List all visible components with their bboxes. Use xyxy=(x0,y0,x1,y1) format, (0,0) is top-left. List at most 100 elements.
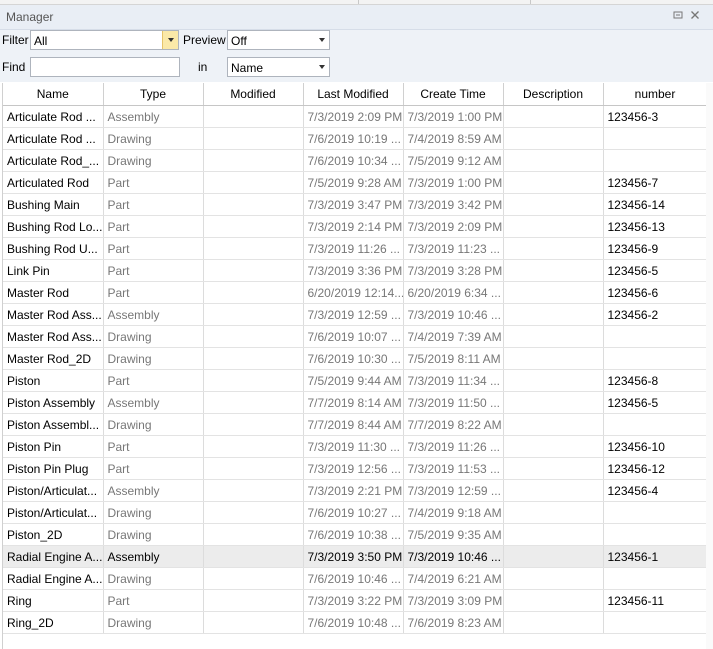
window-title: Manager xyxy=(6,10,54,24)
cell-type: Assembly xyxy=(103,479,204,502)
cell-create-time: 7/3/2019 12:59 ... xyxy=(403,479,504,502)
column-header-modified[interactable]: Modified xyxy=(203,83,304,106)
cell-number: 123456-12 xyxy=(603,457,708,480)
cell-type: Part xyxy=(103,369,204,392)
cell-number xyxy=(603,127,708,150)
chevron-down-icon[interactable] xyxy=(162,31,178,49)
cell-create-time: 7/4/2019 6:21 AM xyxy=(403,567,504,590)
column-header-create-time[interactable]: Create Time xyxy=(403,83,504,106)
cell-modified xyxy=(203,501,304,524)
table-row[interactable]: Master Rod Part 6/20/2019 12:14... 6/20/201… xyxy=(3,281,708,304)
cell-last-modified: 7/6/2019 10:27 ... xyxy=(303,501,404,524)
cell-number: 123456-8 xyxy=(603,369,708,392)
table-row[interactable]: Ring_2D Drawing 7/6/2019 10:48 ... 7/6/2019… xyxy=(3,611,708,634)
filter-dropdown[interactable]: All xyxy=(30,30,179,50)
cell-number xyxy=(603,347,708,370)
chevron-down-icon[interactable] xyxy=(314,31,329,49)
table-row[interactable]: Piston Pin Plug Part 7/3/2019 12:56 ... 7/3… xyxy=(3,457,708,480)
cell-last-modified: 7/3/2019 12:59 ... xyxy=(303,303,404,326)
cell-name: Articulate Rod ... xyxy=(3,105,104,128)
cell-description xyxy=(503,567,604,590)
cell-last-modified: 7/3/2019 11:26 ... xyxy=(303,237,404,260)
table-row[interactable]: Radial Engine A... Assembly 7/3/2019 3:50 … xyxy=(3,545,708,568)
close-icon[interactable] xyxy=(690,10,700,23)
table-row[interactable]: Articulate Rod ... Assembly 7/3/2019 2:09 … xyxy=(3,105,708,128)
cell-type: Assembly xyxy=(103,391,204,414)
table-row[interactable]: Piston Pin Part 7/3/2019 11:30 ... 7/3/2019… xyxy=(3,435,708,458)
cell-type: Part xyxy=(103,259,204,282)
cell-type: Drawing xyxy=(103,501,204,524)
chevron-down-icon[interactable] xyxy=(314,58,329,76)
cell-modified xyxy=(203,567,304,590)
cell-create-time: 7/5/2019 9:35 AM xyxy=(403,523,504,546)
column-header-name[interactable]: Name xyxy=(3,83,104,106)
table-row[interactable]: Articulate Rod_... Drawing 7/6/2019 10:34 … xyxy=(3,149,708,172)
cell-description xyxy=(503,501,604,524)
table-row[interactable]: Master Rod Ass... Assembly 7/3/2019 12:59 … xyxy=(3,303,708,326)
vertical-scrollbar[interactable] xyxy=(706,83,713,649)
cell-number: 123456-2 xyxy=(603,303,708,326)
cell-type: Assembly xyxy=(103,303,204,326)
table-row[interactable]: Bushing Main Part 7/3/2019 3:47 PM 7/3/2019… xyxy=(3,193,708,216)
cell-type: Drawing xyxy=(103,325,204,348)
cell-name: Radial Engine A... xyxy=(3,545,104,568)
cell-name: Piston/Articulat... xyxy=(3,501,104,524)
table-row[interactable]: Piston Part 7/5/2019 9:44 AM 7/3/2019 11:34… xyxy=(3,369,708,392)
restore-icon[interactable] xyxy=(673,10,683,23)
table-row[interactable]: Articulate Rod ... Drawing 7/6/2019 10:19 … xyxy=(3,127,708,150)
cell-description xyxy=(503,611,604,634)
cell-modified xyxy=(203,171,304,194)
cell-type: Drawing xyxy=(103,347,204,370)
cell-number xyxy=(603,149,708,172)
cell-create-time: 7/3/2019 11:23 ... xyxy=(403,237,504,260)
table-row[interactable]: Bushing Rod Lo... Part 7/3/2019 2:14 PM 7/3… xyxy=(3,215,708,238)
table-row[interactable]: Piston/Articulat... Assembly 7/3/2019 2:21… xyxy=(3,479,708,502)
cell-last-modified: 7/6/2019 10:07 ... xyxy=(303,325,404,348)
cell-name: Link Pin xyxy=(3,259,104,282)
table-row[interactable]: Piston Assembl... Drawing 7/7/2019 8:44 AM… xyxy=(3,413,708,436)
cell-description xyxy=(503,237,604,260)
cell-modified xyxy=(203,281,304,304)
cell-create-time: 7/3/2019 11:34 ... xyxy=(403,369,504,392)
table-row[interactable]: Link Pin Part 7/3/2019 3:36 PM 7/3/2019 3:2… xyxy=(3,259,708,282)
column-header-description[interactable]: Description xyxy=(503,83,604,106)
cell-name: Articulated Rod xyxy=(3,171,104,194)
table-row[interactable]: Piston Assembly Assembly 7/7/2019 8:14 AM 7… xyxy=(3,391,708,414)
search-field-dropdown[interactable]: Name xyxy=(227,57,330,77)
cell-name: Ring xyxy=(3,589,104,612)
column-header-last-modified[interactable]: Last Modified xyxy=(303,83,404,106)
find-input[interactable] xyxy=(30,57,180,77)
table-row[interactable]: Master Rod_2D Drawing 7/6/2019 10:30 ... 7/… xyxy=(3,347,708,370)
cell-last-modified: 7/7/2019 8:44 AM xyxy=(303,413,404,436)
cell-type: Part xyxy=(103,237,204,260)
table-row[interactable]: Bushing Rod U... Part 7/3/2019 11:26 ... 7/… xyxy=(3,237,708,260)
cell-type: Part xyxy=(103,589,204,612)
cell-number xyxy=(603,567,708,590)
table-row[interactable]: Radial Engine A... Drawing 7/6/2019 10:46 … xyxy=(3,567,708,590)
preview-dropdown[interactable]: Off xyxy=(227,30,330,50)
cell-type: Drawing xyxy=(103,127,204,150)
table-row[interactable]: Piston_2D Drawing 7/6/2019 10:38 ... 7/5/20… xyxy=(3,523,708,546)
cell-last-modified: 7/3/2019 2:21 PM xyxy=(303,479,404,502)
cell-last-modified: 7/3/2019 12:56 ... xyxy=(303,457,404,480)
cell-create-time: 7/3/2019 11:50 ... xyxy=(403,391,504,414)
cell-name: Piston Pin xyxy=(3,435,104,458)
table-row[interactable]: Master Rod Ass... Drawing 7/6/2019 10:07 .… xyxy=(3,325,708,348)
cell-description xyxy=(503,457,604,480)
cell-modified xyxy=(203,611,304,634)
cell-description xyxy=(503,149,604,172)
table-row[interactable]: Piston/Articulat... Drawing 7/6/2019 10:27… xyxy=(3,501,708,524)
column-header-type[interactable]: Type xyxy=(103,83,204,106)
cell-create-time: 7/4/2019 8:59 AM xyxy=(403,127,504,150)
cell-last-modified: 7/5/2019 9:44 AM xyxy=(303,369,404,392)
cell-name: Piston Assembl... xyxy=(3,413,104,436)
cell-description xyxy=(503,435,604,458)
cell-number: 123456-1 xyxy=(603,545,708,568)
cell-type: Drawing xyxy=(103,611,204,634)
cell-number: 123456-7 xyxy=(603,171,708,194)
cell-type: Drawing xyxy=(103,523,204,546)
table-row[interactable]: Articulated Rod Part 7/5/2019 9:28 AM 7/3/2… xyxy=(3,171,708,194)
table-row[interactable]: Ring Part 7/3/2019 3:22 PM 7/3/2019 3:09 PM… xyxy=(3,589,708,612)
cell-last-modified: 7/3/2019 2:09 PM xyxy=(303,105,404,128)
column-header-number[interactable]: number xyxy=(603,83,708,106)
